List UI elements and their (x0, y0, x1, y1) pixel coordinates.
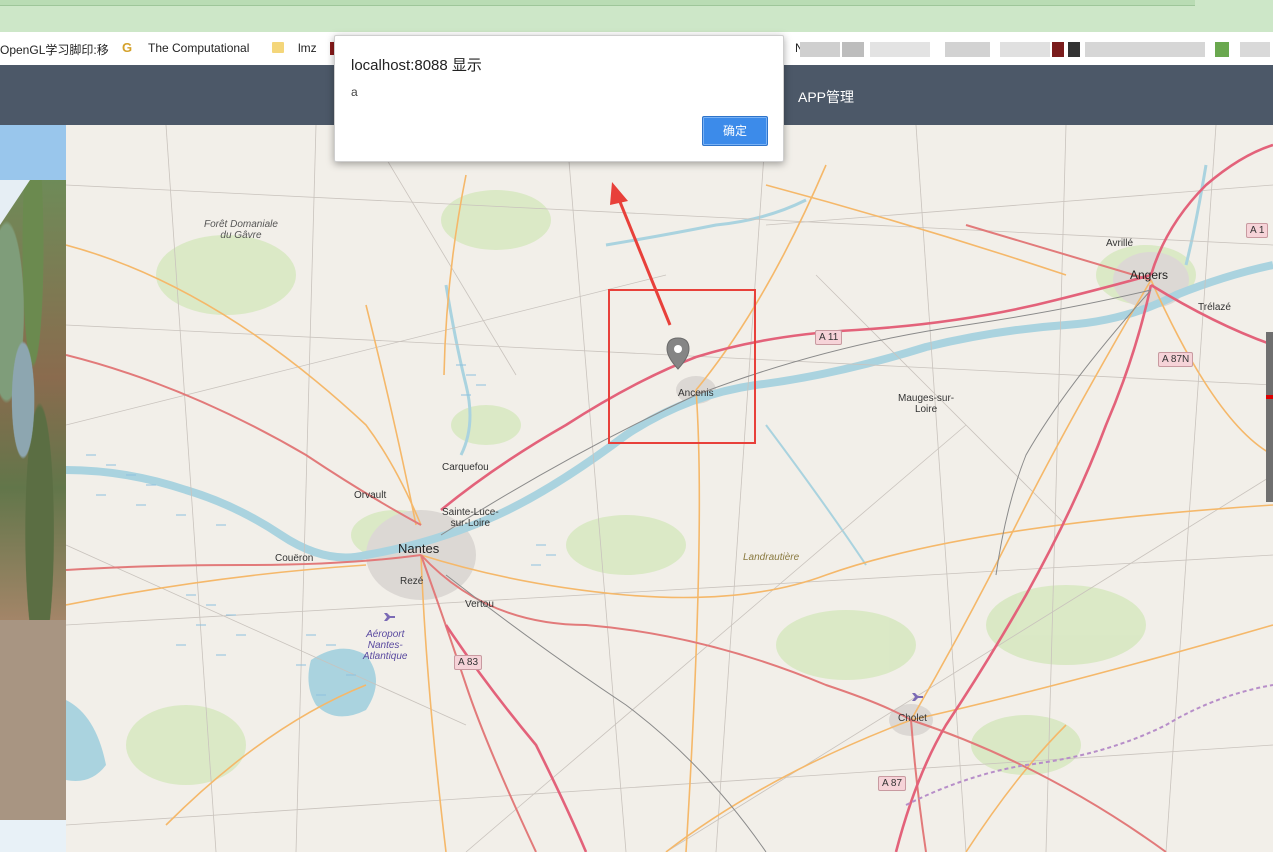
shield-a83: A 83 (454, 655, 483, 670)
label-avrille: Avrillé (1106, 238, 1134, 249)
label-trelaze: Trélazé (1198, 302, 1231, 313)
browser-tab-strip (0, 0, 1273, 32)
blurred-bookmark (1085, 42, 1205, 57)
left-image-panel (0, 125, 66, 852)
label-nantes: Nantes (398, 541, 440, 556)
shield-a87n: A 87N (1158, 352, 1194, 367)
blurred-bookmark (1215, 42, 1229, 57)
dialog-message: a (351, 85, 358, 99)
label-carquefou: Carquefou (442, 462, 489, 473)
label-foret: Forêt Domaniale du Gâvre (204, 219, 278, 241)
nav-item-app-management[interactable]: APP管理 (798, 87, 854, 107)
map-view[interactable]: Forêt Domaniale du Gâvre Avrillé Angers T… (66, 125, 1273, 852)
label-vertou: Vertou (465, 599, 494, 610)
blurred-bookmark (870, 42, 930, 57)
left-panel-ground (0, 620, 66, 820)
bookmark-opengl[interactable]: OpenGL学习脚印:移 (0, 41, 109, 58)
label-landrautiere: Landrautière (743, 552, 800, 563)
left-panel-sky (0, 125, 66, 180)
blurred-bookmark (842, 42, 864, 57)
label-coueron: Couëron (275, 553, 314, 564)
label-aeroport: Aéroport Nantes- Atlantique (363, 629, 408, 662)
folder-icon (272, 42, 284, 53)
label-ancenis: Ancenis (678, 388, 714, 399)
satellite-photo (0, 180, 66, 620)
shield-a1-edge: A 1 (1246, 223, 1269, 238)
blurred-bookmark (1000, 42, 1050, 57)
label-reze: Rezé (400, 576, 424, 587)
shield-a11: A 11 (815, 330, 843, 345)
bookmark-computational[interactable]: The Computational (148, 41, 249, 55)
label-angers: Angers (1130, 268, 1169, 282)
blurred-bookmark (800, 42, 840, 57)
right-scrollbar[interactable] (1266, 332, 1273, 502)
right-scrollbar-marker (1266, 395, 1273, 399)
google-icon: G (122, 40, 133, 55)
ok-button[interactable]: 确定 (702, 116, 768, 146)
blurred-bookmark (945, 42, 990, 57)
shield-a87: A 87 (878, 776, 907, 791)
blurred-bookmark (1052, 42, 1064, 57)
label-sainte-luce: Sainte-Luce-sur-Loire (442, 507, 499, 529)
blurred-bookmark (1240, 42, 1270, 57)
label-cholet: Cholet (898, 713, 927, 724)
bookmark-lmz[interactable]: lmz (298, 41, 317, 55)
label-mauges: Mauges-sur- Loire (898, 393, 955, 415)
label-orvault: Orvault (354, 490, 387, 501)
left-panel-footer (0, 820, 66, 852)
alert-dialog: localhost:8088 显示 a 确定 (334, 35, 784, 162)
blurred-bookmark (1068, 42, 1080, 57)
dialog-title: localhost:8088 显示 (351, 57, 482, 74)
